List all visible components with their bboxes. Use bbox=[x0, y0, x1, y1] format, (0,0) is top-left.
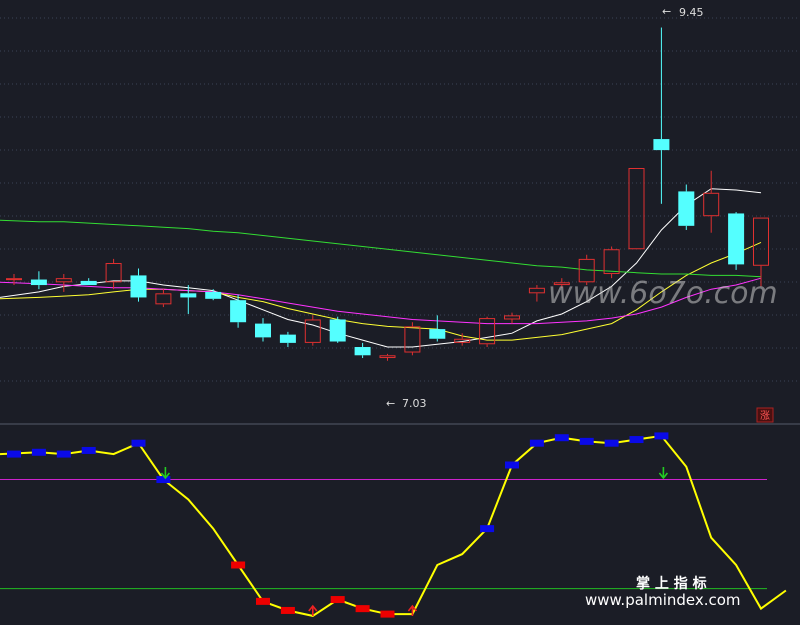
watermark-brand: 掌 上 指 标 bbox=[636, 575, 707, 592]
blue-marker bbox=[156, 476, 171, 484]
candle-body bbox=[728, 213, 745, 265]
down-arrow-icon bbox=[658, 467, 669, 480]
candle-body bbox=[703, 192, 720, 217]
blue-marker bbox=[31, 448, 46, 456]
candle-body bbox=[379, 355, 396, 359]
candle bbox=[728, 212, 745, 270]
red-marker bbox=[256, 597, 270, 605]
candle bbox=[479, 316, 496, 348]
candle-body bbox=[528, 287, 545, 294]
candle bbox=[603, 246, 620, 279]
candle-body bbox=[255, 323, 271, 338]
candle bbox=[528, 285, 545, 302]
tag-box: 涨 bbox=[756, 407, 774, 423]
red-marker bbox=[380, 610, 395, 618]
candle bbox=[354, 342, 371, 359]
candle bbox=[230, 294, 247, 328]
candle-body bbox=[603, 249, 620, 275]
candle-body bbox=[155, 293, 172, 305]
candle bbox=[180, 285, 197, 314]
candle-body bbox=[30, 279, 47, 286]
candle-body bbox=[504, 315, 520, 320]
candle bbox=[653, 27, 670, 204]
price-annotations: ← 9.45 ← 7.03 bbox=[386, 5, 704, 410]
candle-body bbox=[429, 329, 446, 339]
blue-marker bbox=[7, 450, 21, 458]
low-price-label: 7.03 bbox=[402, 397, 427, 410]
ma-line-1 bbox=[0, 188, 762, 348]
stock-chart: ← 9.45 ← 7.03 涨 www.6o7o.com 掌 上 指 标 www… bbox=[0, 5, 800, 618]
blue-marker bbox=[554, 434, 569, 442]
tag-label: 涨 bbox=[760, 410, 770, 422]
candle bbox=[329, 316, 346, 343]
candle bbox=[628, 168, 645, 250]
ma-lines bbox=[0, 188, 762, 348]
candle bbox=[80, 278, 97, 286]
high-price-label: 9.45 bbox=[679, 6, 704, 19]
candle bbox=[30, 271, 47, 290]
candle bbox=[304, 315, 321, 346]
candle-body bbox=[80, 280, 97, 286]
watermark-domain: www.6o7o.com bbox=[548, 276, 778, 311]
candle-body bbox=[105, 263, 122, 283]
watermark-site: www.palmindex.com bbox=[585, 591, 741, 609]
candle-body bbox=[678, 191, 695, 226]
candle bbox=[155, 289, 172, 308]
blue-marker bbox=[604, 439, 619, 447]
blue-marker bbox=[654, 432, 669, 440]
low-arrow: ← bbox=[386, 397, 395, 410]
candle-body bbox=[230, 300, 247, 323]
candle bbox=[703, 170, 720, 233]
high-arrow: ← bbox=[662, 5, 671, 18]
candle bbox=[130, 268, 147, 302]
red-marker bbox=[355, 605, 370, 613]
red-marker bbox=[231, 561, 246, 569]
candle-body bbox=[628, 168, 645, 250]
candle-body bbox=[6, 278, 22, 281]
candle-body bbox=[205, 291, 222, 299]
candle-body bbox=[329, 319, 346, 342]
red-marker bbox=[330, 596, 345, 604]
blue-marker bbox=[529, 439, 544, 447]
blue-marker bbox=[579, 437, 594, 445]
candle bbox=[279, 331, 296, 348]
candle bbox=[454, 333, 471, 346]
blue-marker bbox=[131, 439, 146, 447]
candle bbox=[504, 312, 520, 324]
candle-body bbox=[130, 275, 147, 298]
candle-body bbox=[180, 293, 197, 298]
blue-marker bbox=[81, 446, 96, 454]
candle-body bbox=[653, 139, 670, 151]
candle-body bbox=[354, 347, 371, 356]
blue-marker bbox=[56, 450, 71, 458]
blue-marker bbox=[480, 525, 495, 533]
blue-marker bbox=[505, 461, 519, 469]
red-marker bbox=[280, 606, 295, 614]
candle bbox=[404, 322, 421, 356]
candle bbox=[379, 353, 396, 361]
candle-body bbox=[55, 278, 72, 283]
candle-body bbox=[279, 334, 296, 343]
candle bbox=[678, 184, 695, 230]
candle bbox=[205, 289, 222, 301]
blue-marker bbox=[629, 436, 644, 444]
candle bbox=[55, 274, 72, 292]
candle-body bbox=[753, 217, 769, 266]
candle bbox=[255, 318, 271, 342]
candle bbox=[105, 258, 122, 290]
